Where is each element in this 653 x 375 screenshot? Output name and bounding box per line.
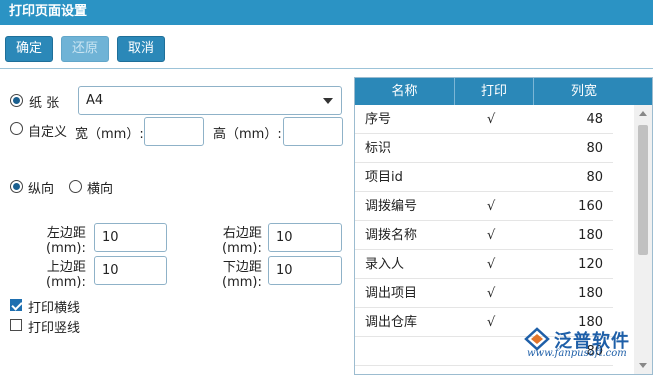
cell-name: 项目id (365, 170, 403, 185)
custom-size-radio[interactable] (10, 122, 23, 135)
cell-width[interactable]: 180 (578, 221, 603, 250)
cell-width[interactable]: 180 (578, 279, 603, 308)
landscape-radio[interactable] (69, 180, 82, 193)
table-row[interactable]: 项目id 80 (355, 163, 613, 192)
cell-width[interactable]: 80 (586, 134, 603, 163)
cell-print[interactable]: √ (487, 279, 495, 308)
column-header-width[interactable]: 列宽 (534, 78, 634, 105)
width-input[interactable] (144, 117, 204, 146)
scroll-down-icon[interactable] (639, 363, 647, 368)
cell-print[interactable]: √ (487, 192, 495, 221)
cell-print[interactable]: √ (487, 221, 495, 250)
paper-size-radio[interactable] (10, 94, 23, 107)
bottom-margin-label: 下边距 (mm): (222, 260, 262, 290)
custom-size-label: 自定义 (28, 125, 68, 140)
height-input[interactable] (283, 117, 343, 146)
chevron-down-icon (323, 98, 333, 104)
cell-name: 调出仓库 (365, 315, 418, 330)
paper-size-value: A4 (86, 93, 104, 108)
cell-name: 序号 (365, 112, 392, 127)
top-margin-label: 上边距 (mm): (46, 260, 86, 290)
table-row[interactable]: 标识 80 (355, 134, 613, 163)
watermark-logo: 泛普软件 www.fanpusoft.com (520, 327, 648, 363)
cell-width[interactable]: 80 (586, 163, 603, 192)
column-header-print[interactable]: 打印 (455, 78, 534, 105)
print-horizontal-lines-checkbox[interactable] (10, 299, 22, 311)
top-margin-input[interactable]: 10 (94, 256, 167, 285)
print-vertical-lines-label: 打印竖线 (28, 321, 81, 336)
scroll-up-icon[interactable] (639, 111, 647, 116)
watermark-url: www.fanpusoft.com (527, 348, 627, 359)
confirm-button[interactable]: 确定 (5, 36, 53, 62)
grid-header: 名称 打印 列宽 (355, 78, 652, 105)
cell-name: 调拨编号 (365, 199, 418, 214)
cell-print[interactable]: √ (487, 250, 495, 279)
column-header-name[interactable]: 名称 (355, 78, 455, 105)
table-row[interactable]: 序号 √ 48 (355, 105, 613, 134)
cell-print[interactable]: √ (487, 105, 495, 134)
print-horizontal-lines-label: 打印横线 (28, 301, 81, 316)
table-row[interactable]: 调出项目 √ 180 (355, 279, 613, 308)
width-label: 宽（mm）: (75, 127, 144, 142)
bottom-margin-input[interactable]: 10 (268, 256, 342, 285)
paper-size-label: 纸 张 (29, 96, 60, 111)
cell-width[interactable]: 160 (578, 192, 603, 221)
height-label: 高（mm）: (213, 127, 282, 142)
right-margin-label: 右边距 (mm): (222, 226, 262, 256)
landscape-label: 横向 (87, 182, 114, 197)
table-row[interactable]: 调拨名称 √ 180 (355, 221, 613, 250)
cancel-button[interactable]: 取消 (117, 36, 165, 62)
table-row[interactable]: 调拨编号 √ 160 (355, 192, 613, 221)
cell-width[interactable]: 48 (586, 105, 603, 134)
cell-name: 调出项目 (365, 286, 418, 301)
cell-print[interactable]: √ (487, 308, 495, 337)
cell-name: 调拨名称 (365, 228, 418, 243)
left-margin-input[interactable]: 10 (94, 223, 167, 252)
portrait-radio[interactable] (10, 180, 23, 193)
table-row[interactable]: 录入人 √ 120 (355, 250, 613, 279)
portrait-label: 纵向 (28, 182, 55, 197)
restore-button[interactable]: 还原 (61, 36, 109, 62)
print-vertical-lines-checkbox[interactable] (10, 319, 22, 331)
scrollbar-thumb[interactable] (638, 125, 648, 255)
cell-name: 录入人 (365, 257, 405, 272)
cell-name: 标识 (365, 141, 392, 156)
paper-size-select[interactable]: A4 (78, 86, 342, 115)
toolbar: 确定 还原 取消 (0, 25, 653, 69)
dialog-title: 打印页面设置 (0, 0, 653, 25)
right-margin-input[interactable]: 10 (268, 223, 342, 252)
left-margin-label: 左边距 (mm): (46, 226, 86, 256)
cell-width[interactable]: 120 (578, 250, 603, 279)
